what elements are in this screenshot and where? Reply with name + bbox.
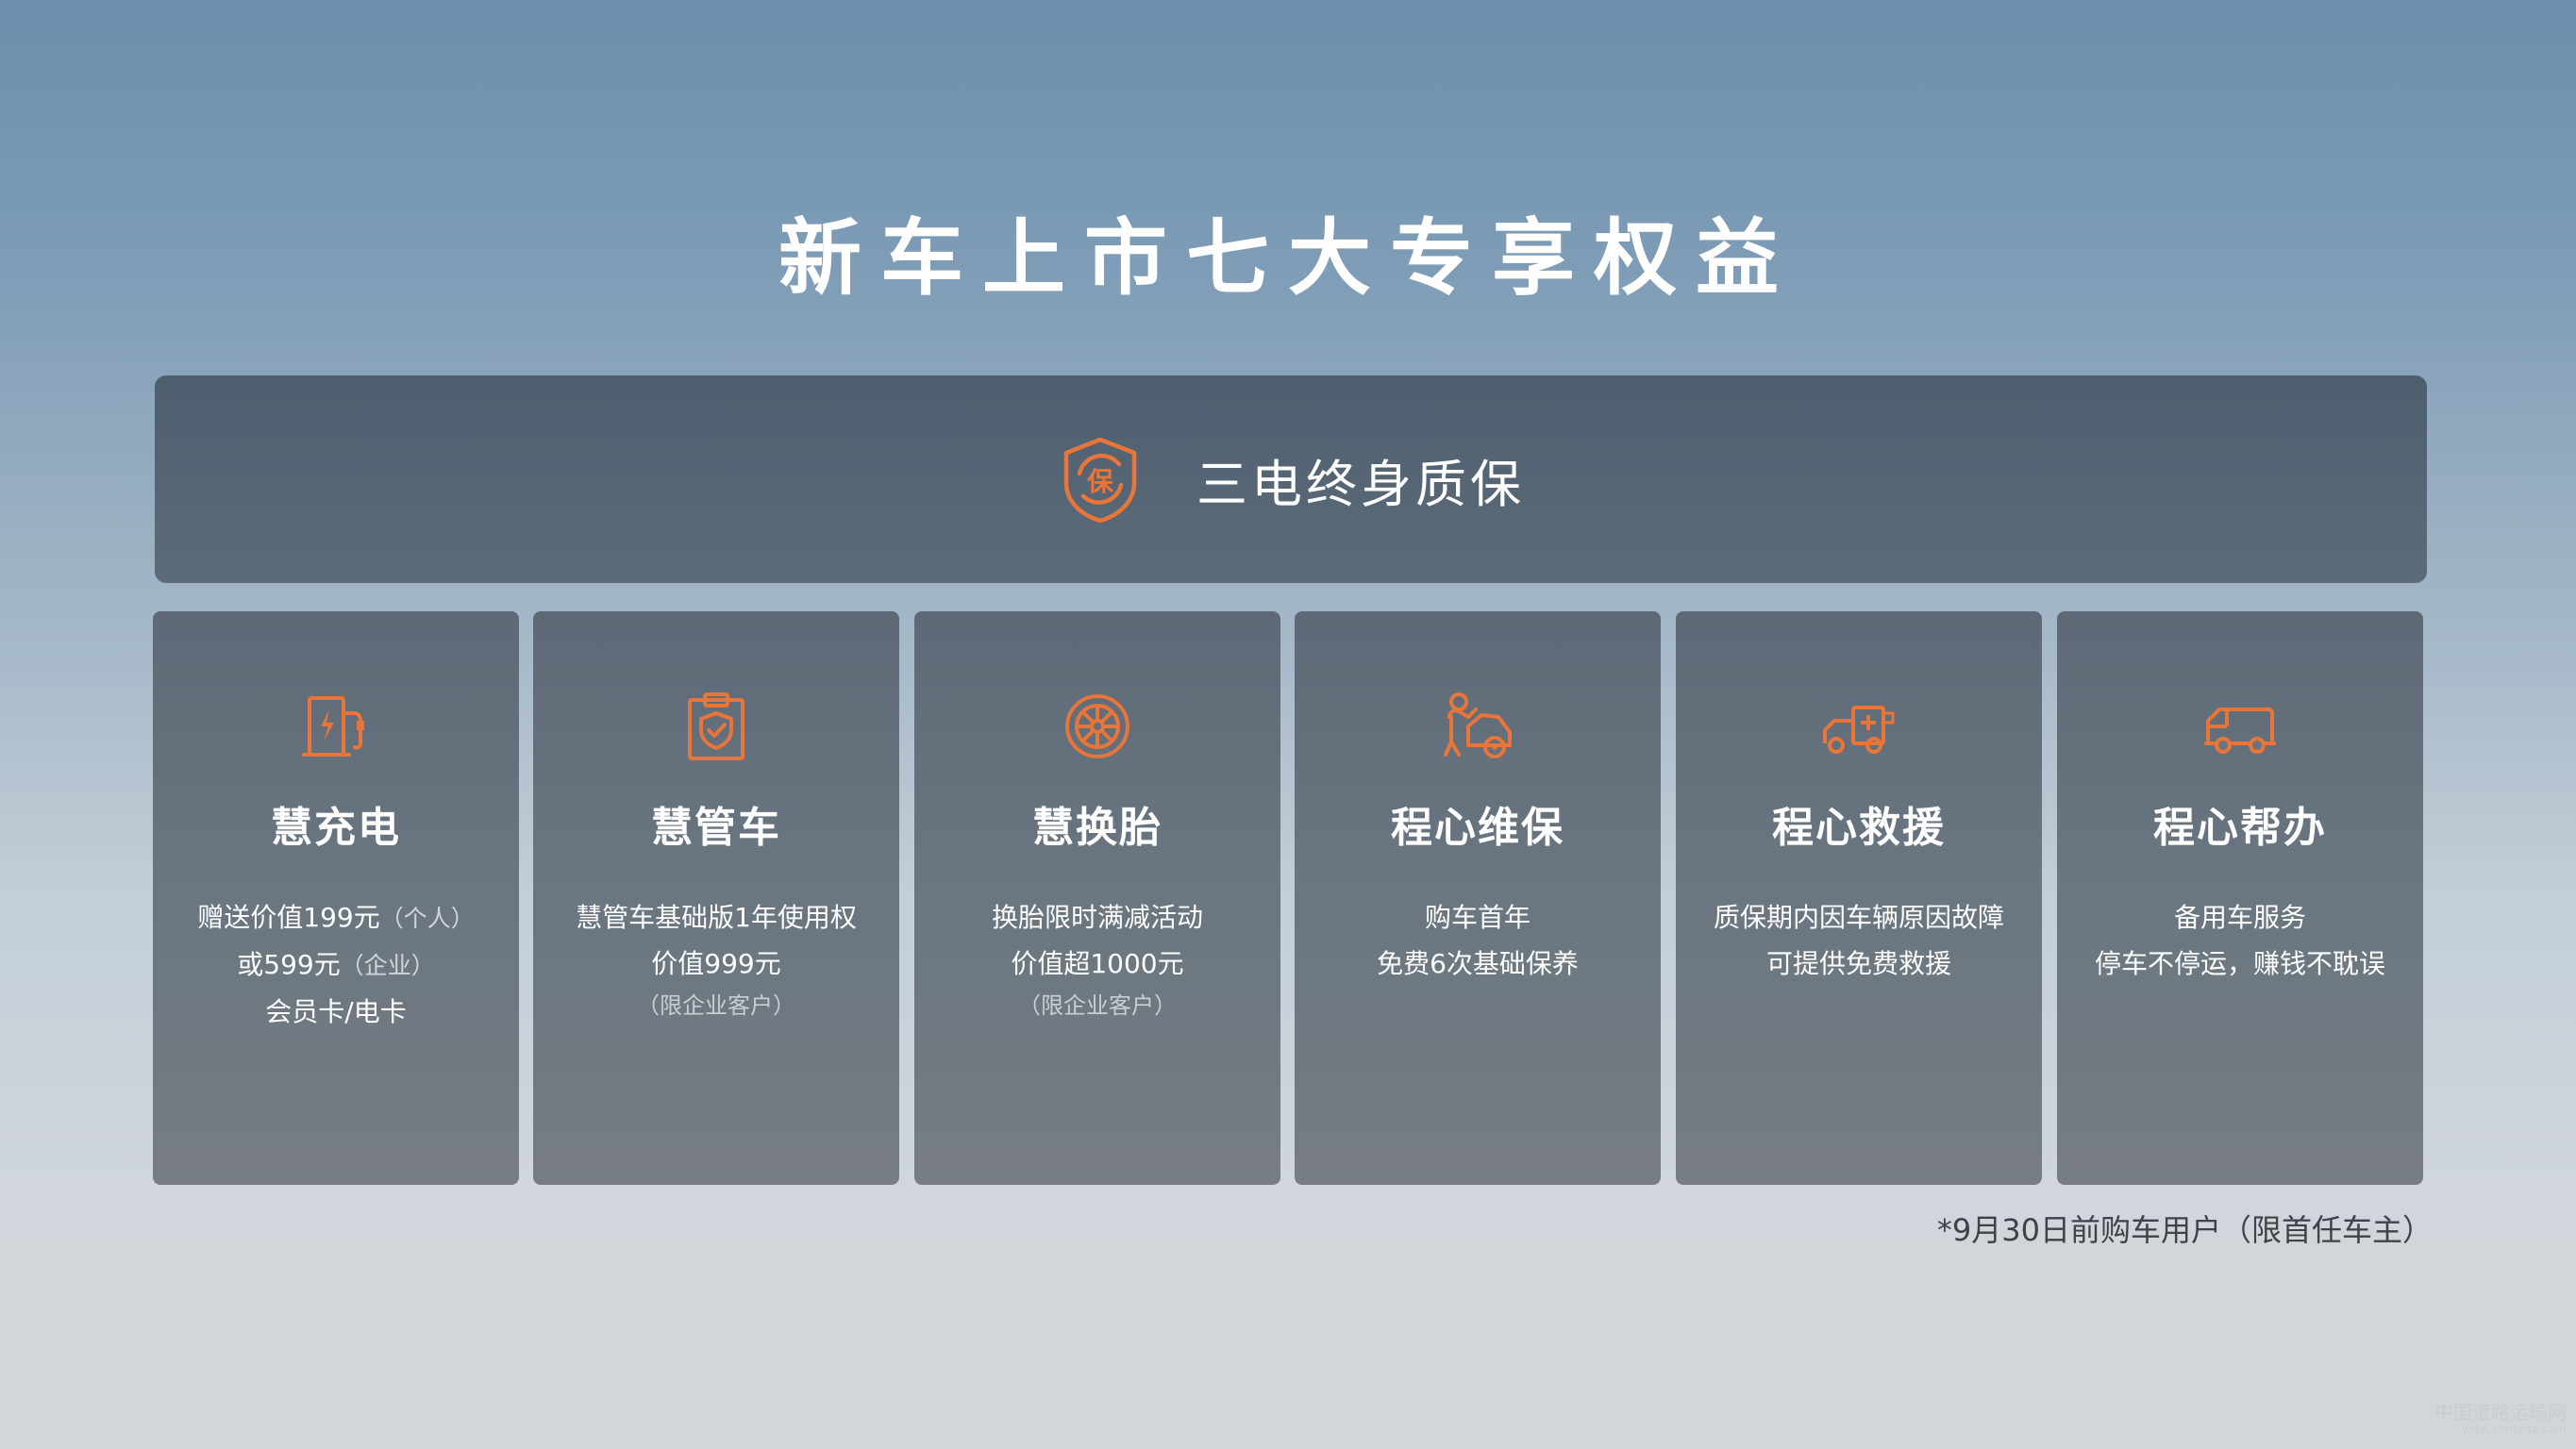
- footnote: *9月30日前购车用户（限首任车主）: [1936, 1212, 2433, 1248]
- charging-pile-icon: [302, 696, 364, 757]
- card-line: 价值超1000元: [1011, 948, 1184, 979]
- benefit-card-tire-change: 慧换胎 换胎限时满减活动 价值超1000元 （限企业客户）: [914, 611, 1280, 1185]
- benefit-card-charging: 慧充电 赠送价值199元（个人） 或599元（企业） 会员卡/电卡: [153, 611, 519, 1185]
- card-line-note: （企业）: [340, 952, 435, 979]
- card-line: 质保期内因车辆原因故障: [1713, 902, 2004, 933]
- card-line-note: （限企业客户）: [1018, 992, 1177, 1019]
- card-line-note: （个人）: [379, 905, 475, 932]
- card-line: 赠送价值199元（个人）: [153, 894, 519, 941]
- card-line: 购车首年: [1424, 902, 1531, 933]
- card-line: 慧管车基础版1年使用权: [576, 902, 857, 933]
- shield-bao-icon: 保: [1063, 437, 1137, 524]
- card-line-main: 或599元: [237, 949, 341, 980]
- benefit-card-roadside-rescue: 程心救援 质保期内因车辆原因故障 可提供免费救援: [1676, 611, 2042, 1185]
- clipboard-shield-icon: [688, 692, 744, 760]
- card-title: 程心维保: [1391, 804, 1564, 852]
- watermark-title: 中国道路运输网: [2434, 1401, 2567, 1424]
- card-title: 慧管车: [651, 804, 781, 852]
- card-line: 会员卡/电卡: [265, 996, 407, 1027]
- banner-label: 三电终身质保: [1196, 454, 1525, 514]
- van-icon: [2204, 708, 2276, 754]
- card-title: 慧换胎: [1032, 804, 1163, 852]
- shield-glyph: 保: [1087, 466, 1114, 497]
- card-line: 或599元（企业）: [153, 941, 519, 989]
- card-line: 停车不停运，赚钱不耽误: [2094, 948, 2385, 979]
- watermark: 中国道路运输网 www.chinarta.com: [2434, 1402, 2567, 1436]
- card-line-main: 赠送价值199元: [197, 902, 380, 933]
- lifetime-warranty-banner: 保 三电终身质保: [155, 375, 2427, 583]
- card-line: 备用车服务: [2173, 902, 2306, 933]
- card-line: 价值999元: [651, 948, 781, 979]
- card-line: 免费6次基础保养: [1377, 948, 1579, 979]
- card-line: 可提供免费救援: [1765, 948, 1951, 979]
- benefit-card-service-assist: 程心帮办 备用车服务 停车不停运，赚钱不耽误: [2057, 611, 2423, 1185]
- tire-icon: [1065, 694, 1129, 758]
- mechanic-icon: [1444, 692, 1512, 758]
- card-line-note: （限企业客户）: [637, 992, 795, 1019]
- tow-truck-icon: [1823, 706, 1895, 754]
- watermark-url: www.chinarta.com: [2461, 1423, 2567, 1436]
- benefit-card-maintenance: 程心维保 购车首年 免费6次基础保养: [1295, 611, 1661, 1185]
- card-title: 程心帮办: [2153, 804, 2327, 852]
- card-title: 慧充电: [271, 804, 401, 852]
- card-line: 换胎限时满减活动: [991, 902, 1203, 933]
- benefit-card-fleet-management: 慧管车 慧管车基础版1年使用权 价值999元 （限企业客户）: [533, 611, 899, 1185]
- card-title: 程心救援: [1772, 804, 1946, 852]
- page-title: 新车上市七大专享权益: [778, 209, 1798, 307]
